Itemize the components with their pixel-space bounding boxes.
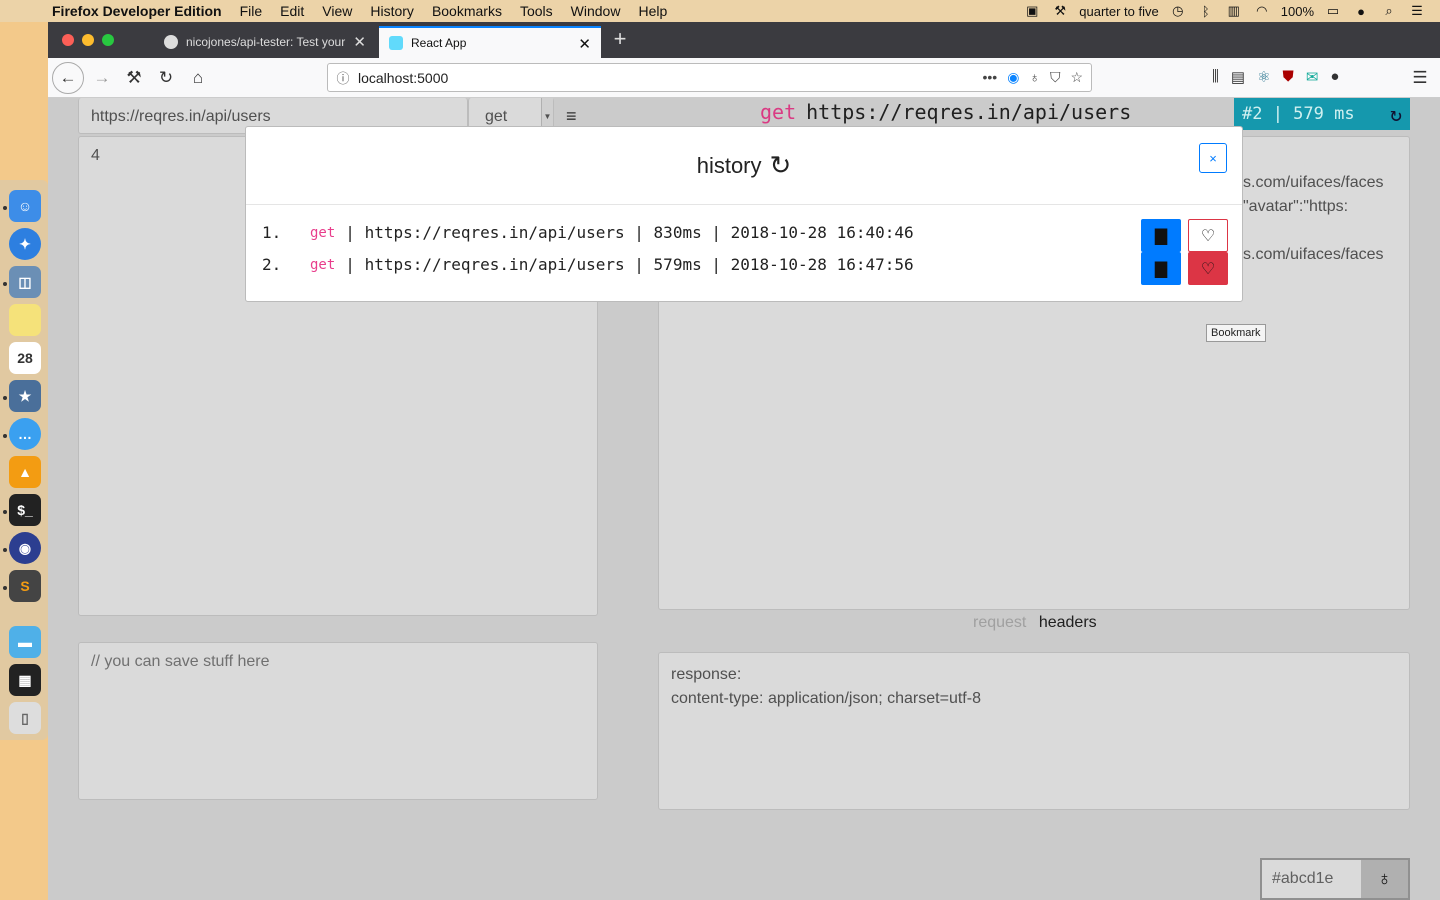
close-tab-icon[interactable]: ✕ [353, 33, 366, 51]
extension-icon[interactable]: ✉ [1306, 68, 1319, 86]
react-devtools-icon[interactable]: ⚛ [1257, 68, 1270, 86]
running-indicator [3, 434, 7, 438]
running-indicator [3, 282, 7, 286]
library-icon[interactable]: ⫼ [1212, 68, 1219, 86]
react-icon [389, 36, 403, 50]
navigation-toolbar: ← → ⚒ ↻ ⌂ ⓘ localhost:5000 ••• ◉ ♁ ⛉ ☆ ⫼… [48, 58, 1440, 98]
close-window-button[interactable] [62, 34, 74, 46]
extension-icon-2[interactable]: ● [1330, 68, 1339, 86]
menu-help[interactable]: Help [638, 3, 667, 19]
tab-github[interactable]: nicojones/api-tester: Test your ✕ [154, 26, 376, 58]
notes-icon[interactable] [9, 304, 41, 336]
pocket-icon[interactable]: ⛉ [1050, 69, 1061, 86]
site-info-icon[interactable]: ⓘ [328, 68, 358, 87]
close-tab-icon[interactable]: ✕ [578, 35, 591, 53]
tab-title: nicojones/api-tester: Test your [186, 35, 346, 49]
firefox-window: nicojones/api-tester: Test your ✕ React … [48, 22, 1440, 900]
sidebar-icon[interactable]: ▤ [1231, 68, 1245, 86]
sublime-icon[interactable]: S [9, 570, 41, 602]
messages-icon[interactable]: … [9, 418, 41, 450]
menu-window[interactable]: Window [571, 3, 621, 19]
url-text[interactable]: localhost:5000 [358, 70, 448, 86]
sync-status-icon[interactable]: ◷ [1169, 3, 1187, 19]
wifi-icon[interactable]: ◠ [1253, 3, 1271, 19]
bookmark-tooltip: Bookmark [1206, 324, 1266, 342]
running-indicator [3, 206, 7, 210]
new-tab-button[interactable]: + [608, 26, 632, 54]
minimize-window-button[interactable] [82, 34, 94, 46]
macos-menubar: Firefox Developer Edition File Edit View… [0, 0, 1440, 22]
menu-bookmarks[interactable]: Bookmarks [432, 3, 502, 19]
delete-entry-button[interactable]: ▇ [1141, 252, 1181, 285]
safari-icon[interactable]: ✦ [9, 228, 41, 260]
back-button[interactable]: ← [52, 62, 84, 94]
history-entry[interactable]: 2. get | https://reqres.in/api/users | 5… [262, 255, 914, 274]
history-icon: ↻ [769, 150, 792, 180]
running-indicator [3, 548, 7, 552]
macos-dock: ☺ ✦ ◫ 28 ★ … ▲ $_ ◉ S ▬ ▦ ▯ [0, 180, 48, 740]
bookmark-entry-button[interactable]: ♡ [1188, 252, 1228, 285]
wrench-icon[interactable]: ⚒ [118, 62, 150, 94]
bookmark-status-icon[interactable]: ▣ [1023, 3, 1041, 19]
ublock-icon[interactable]: ⛊ [1283, 68, 1294, 86]
battery-icon[interactable]: ▭ [1324, 3, 1342, 19]
app-page: https://reqres.in/api/users get ▼ ≡ 4 //… [48, 98, 1440, 900]
memory-icon[interactable]: ▥ [1225, 3, 1243, 19]
modal-title: history [696, 152, 762, 178]
menu-tools[interactable]: Tools [520, 3, 553, 19]
vlc-icon[interactable]: ▲ [9, 456, 41, 488]
firefox-dev-icon[interactable]: ◉ [9, 532, 41, 564]
home-button[interactable]: ⌂ [182, 62, 214, 94]
tab-title: React App [411, 36, 467, 50]
finder-icon[interactable]: ☺ [9, 190, 41, 222]
tab-bar: nicojones/api-tester: Test your ✕ React … [48, 22, 1440, 58]
user-icon[interactable]: ● [1352, 4, 1370, 19]
bookmark-entry-button[interactable]: ♡ [1188, 219, 1228, 252]
delete-entry-button[interactable]: ▇ [1141, 219, 1181, 252]
menu-view[interactable]: View [322, 3, 352, 19]
app-store-icon[interactable]: ★ [9, 380, 41, 412]
container-icon[interactable]: ◉ [1007, 69, 1019, 86]
bookmark-star-icon[interactable]: ☆ [1070, 69, 1083, 86]
calendar-icon[interactable]: 28 [9, 342, 41, 374]
entry-details: | https://reqres.in/api/users | 830ms | … [345, 223, 914, 242]
battery-percent[interactable]: 100% [1281, 4, 1314, 19]
hamburger-menu-icon[interactable]: ☰ [1404, 62, 1436, 94]
menu-edit[interactable]: Edit [280, 3, 304, 19]
menu-file[interactable]: File [240, 3, 263, 19]
entry-index: 1. [262, 223, 282, 242]
entry-method: get [310, 225, 336, 241]
entry-index: 2. [262, 255, 282, 274]
history-entry[interactable]: 1. get | https://reqres.in/api/users | 8… [262, 223, 914, 242]
reload-button[interactable]: ↻ [150, 62, 182, 94]
running-indicator [3, 510, 7, 514]
downloads-stack-icon[interactable]: ▦ [9, 664, 41, 696]
folder-icon[interactable]: ▬ [9, 626, 41, 658]
page-actions-icon[interactable]: ••• [983, 69, 998, 86]
terminal-icon[interactable]: $_ [9, 494, 41, 526]
tab-react-app[interactable]: React App ✕ [379, 26, 601, 58]
history-modal: history ↻ × 1. get | https://reqres.in/a… [245, 126, 1243, 302]
github-icon [164, 35, 178, 49]
entry-details: | https://reqres.in/api/users | 579ms | … [345, 255, 914, 274]
close-modal-button[interactable]: × [1199, 143, 1227, 173]
modal-header: history ↻ [246, 127, 1242, 205]
bluetooth-icon[interactable]: ᛒ [1197, 4, 1215, 19]
preview-icon[interactable]: ◫ [9, 266, 41, 298]
lightbulb-icon[interactable]: ♁ [1029, 69, 1040, 86]
running-indicator [3, 586, 7, 590]
running-indicator [3, 396, 7, 400]
trash-icon[interactable]: ▯ [9, 702, 41, 734]
entry-method: get [310, 257, 336, 273]
notification-center-icon[interactable]: ☰ [1408, 3, 1426, 19]
app-name-menu[interactable]: Firefox Developer Edition [52, 3, 222, 19]
forward-button[interactable]: → [86, 62, 118, 94]
url-bar[interactable]: ⓘ localhost:5000 ••• ◉ ♁ ⛉ ☆ [327, 63, 1092, 92]
spotlight-search-icon[interactable]: ⌕ [1380, 3, 1398, 19]
clock-text[interactable]: quarter to five [1079, 4, 1159, 19]
wrench-status-icon[interactable]: ⚒ [1051, 3, 1069, 19]
menu-history[interactable]: History [370, 3, 414, 19]
zoom-window-button[interactable] [102, 34, 114, 46]
